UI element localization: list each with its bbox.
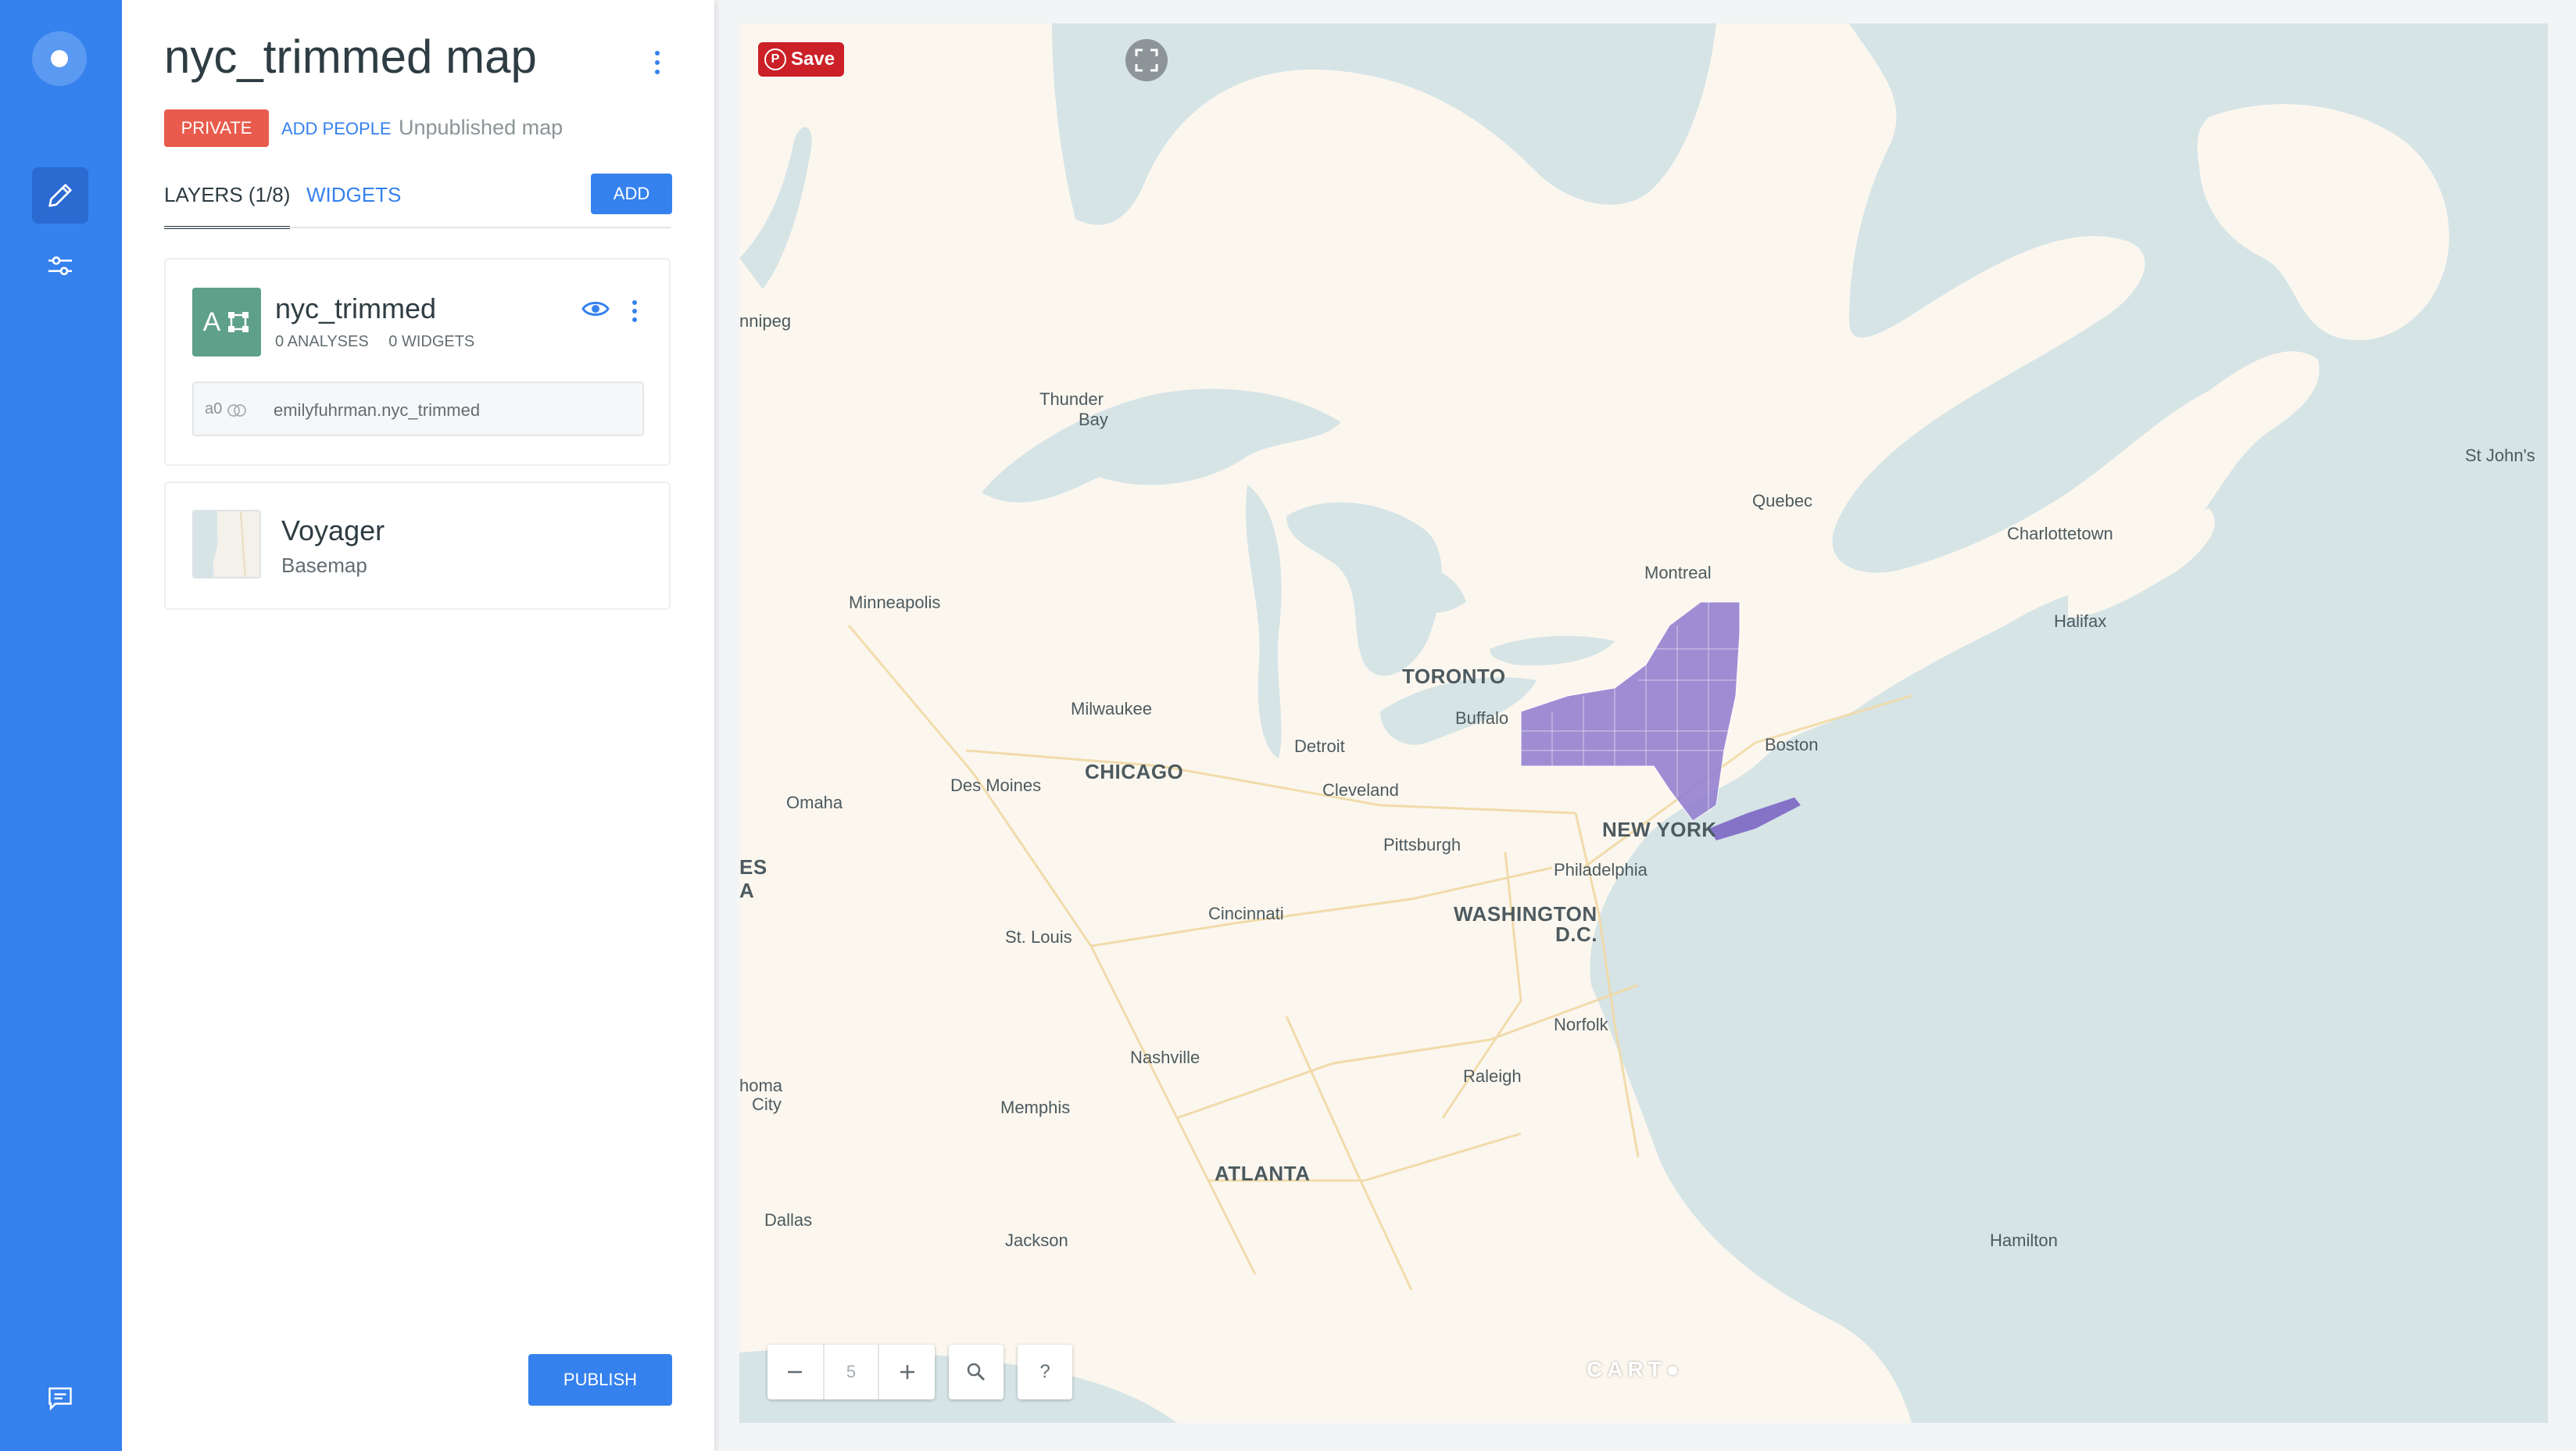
layer-visibility-toggle[interactable] bbox=[581, 299, 610, 323]
basemap-thumbnail bbox=[192, 510, 261, 579]
place-label: Nashville bbox=[1130, 1048, 1200, 1067]
app-sidebar bbox=[0, 0, 122, 1451]
place-label: A bbox=[739, 879, 755, 902]
tab-widgets[interactable]: WIDGETS bbox=[306, 183, 401, 207]
place-label: Cincinnati bbox=[1208, 904, 1284, 923]
layer-options-button[interactable] bbox=[627, 299, 642, 328]
pin-save-label: Save bbox=[791, 48, 835, 70]
place-label: TORONTO bbox=[1402, 665, 1506, 688]
layer-card[interactable]: A nyc_trimmed 0 ANALYSES 0 WIDGETS a0 em… bbox=[164, 258, 671, 466]
place-label: Bay bbox=[1079, 410, 1108, 429]
place-label: Raleigh bbox=[1463, 1066, 1522, 1086]
layer-widgets-count: 0 WIDGETS bbox=[388, 333, 475, 350]
basemap-card[interactable]: Voyager Basemap bbox=[164, 482, 671, 610]
plus-icon bbox=[900, 1365, 914, 1379]
layer-source[interactable]: a0 emilyfuhrman.nyc_trimmed bbox=[192, 382, 644, 436]
place-label: Charlottetown bbox=[2007, 524, 2113, 543]
place-label: Quebec bbox=[1752, 491, 1813, 511]
map-options-button[interactable] bbox=[646, 47, 669, 78]
layer-analyses-count: 0 ANALYSES bbox=[275, 333, 369, 350]
polygon-geometry-icon bbox=[228, 312, 249, 332]
map-search-button[interactable] bbox=[949, 1345, 1004, 1399]
more-vertical-icon bbox=[632, 300, 637, 322]
privacy-badge[interactable]: PRIVATE bbox=[164, 109, 269, 147]
pinterest-save-button[interactable]: P Save bbox=[758, 42, 844, 77]
tab-layers[interactable]: LAYERS (1/8) bbox=[164, 183, 291, 229]
layer-name[interactable]: nyc_trimmed bbox=[275, 292, 436, 325]
layer-thumbnail: A bbox=[192, 288, 261, 356]
place-label: St. Louis bbox=[1005, 927, 1072, 947]
place-label: Minneapolis bbox=[849, 593, 941, 612]
edit-map-button[interactable] bbox=[32, 167, 88, 224]
map-title[interactable]: nyc_trimmed map bbox=[164, 30, 537, 84]
place-label: Milwaukee bbox=[1071, 699, 1152, 718]
place-label: CHICAGO bbox=[1085, 760, 1184, 783]
pencil-icon bbox=[48, 184, 72, 207]
place-label: Dallas bbox=[764, 1210, 813, 1230]
basemap-name: Voyager bbox=[281, 514, 385, 546]
feedback-button[interactable] bbox=[32, 1370, 88, 1426]
publish-status: Unpublished map bbox=[399, 116, 564, 139]
sliders-icon bbox=[48, 256, 72, 276]
source-node-id: a0 bbox=[205, 400, 223, 417]
place-label: Detroit bbox=[1294, 736, 1345, 756]
zoom-in-button[interactable] bbox=[879, 1345, 935, 1399]
chat-icon bbox=[48, 1387, 72, 1411]
basemap-layer bbox=[739, 23, 2548, 1423]
source-toggle-icon bbox=[227, 404, 246, 417]
place-label: Buffalo bbox=[1455, 708, 1509, 728]
place-label: Philadelphia bbox=[1554, 860, 1648, 880]
add-people-link[interactable]: ADD PEOPLE bbox=[281, 119, 392, 139]
carto-dot-icon: ● bbox=[1665, 1357, 1684, 1381]
tabs-divider bbox=[164, 227, 671, 228]
place-label: nnipeg bbox=[739, 311, 792, 331]
publish-button[interactable]: PUBLISH bbox=[528, 1354, 672, 1406]
place-label: St John's bbox=[2465, 446, 2535, 465]
place-label: Montreal bbox=[1644, 563, 1712, 582]
place-label: D.C. bbox=[1555, 923, 1597, 946]
place-label: City bbox=[752, 1095, 782, 1114]
zoom-level: 5 bbox=[822, 1345, 880, 1399]
place-label: Memphis bbox=[1000, 1098, 1071, 1117]
place-label: Hamilton bbox=[1990, 1231, 2058, 1250]
fullscreen-icon bbox=[1135, 48, 1158, 72]
place-label: Cleveland bbox=[1322, 780, 1399, 800]
place-label: Norfolk bbox=[1554, 1015, 1608, 1034]
carto-attribution: CART● bbox=[1587, 1357, 1684, 1382]
place-label: Halifax bbox=[2054, 611, 2107, 631]
minus-icon bbox=[788, 1370, 803, 1374]
pinterest-icon: P bbox=[764, 48, 786, 70]
place-label: Des Moines bbox=[950, 776, 1042, 795]
place-label: NEW YORK bbox=[1602, 818, 1717, 841]
map-view[interactable]: P Save nnipeg Thunder Bay Quebec St John… bbox=[739, 23, 2548, 1423]
settings-button[interactable] bbox=[32, 238, 88, 294]
source-dataset-name: emilyfuhrman.nyc_trimmed bbox=[274, 400, 481, 420]
more-vertical-icon bbox=[655, 51, 660, 74]
layer-meta: 0 ANALYSES 0 WIDGETS bbox=[275, 333, 474, 351]
zoom-control: 5 bbox=[767, 1345, 935, 1399]
editor-panel: nyc_trimmed map PRIVATE ADD PEOPLE Unpub… bbox=[122, 0, 714, 1451]
place-label: homa bbox=[739, 1076, 783, 1095]
add-layer-button[interactable]: ADD bbox=[591, 174, 672, 214]
place-label: ATLANTA bbox=[1215, 1162, 1311, 1185]
place-label: Jackson bbox=[1005, 1231, 1068, 1250]
layer-letter: A bbox=[202, 306, 221, 337]
place-label: ES bbox=[739, 855, 767, 879]
search-icon bbox=[967, 1363, 986, 1381]
basemap-type: Basemap bbox=[281, 554, 367, 577]
place-label: Pittsburgh bbox=[1383, 835, 1462, 854]
place-label: Boston bbox=[1765, 735, 1819, 754]
place-label: Thunder bbox=[1039, 389, 1104, 409]
map-help-button[interactable]: ? bbox=[1018, 1345, 1072, 1399]
carto-wordmark: CART bbox=[1587, 1357, 1666, 1381]
fullscreen-button[interactable] bbox=[1125, 39, 1168, 81]
zoom-out-button[interactable] bbox=[767, 1345, 823, 1399]
eye-icon bbox=[581, 302, 610, 316]
carto-logo-icon[interactable] bbox=[32, 31, 87, 86]
place-label: Omaha bbox=[786, 793, 843, 812]
